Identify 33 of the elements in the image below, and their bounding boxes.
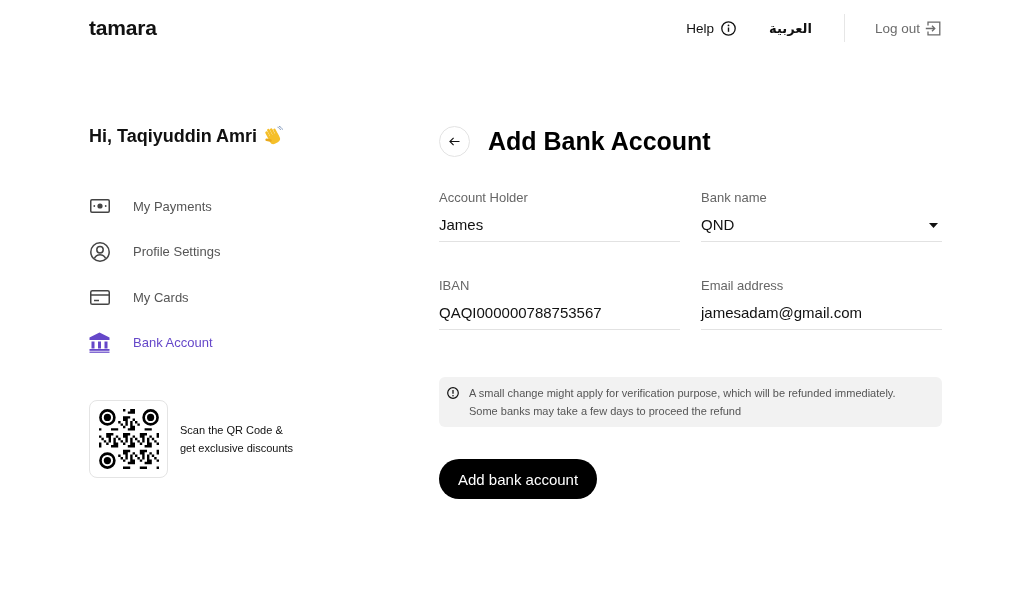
back-button[interactable] <box>439 125 470 157</box>
user-circle-icon <box>89 241 110 262</box>
nav-item[interactable]: Bank Account <box>89 330 213 355</box>
field-label: Bank name <box>701 190 767 206</box>
bank-building-icon <box>89 332 110 353</box>
language-link[interactable]: العربية <box>769 20 812 36</box>
banknote-icon <box>89 199 110 213</box>
caret-down-icon <box>929 222 938 228</box>
text-field[interactable]: QAQI000000788753567 <box>439 303 680 330</box>
text-field[interactable]: jamesadam@gmail.com <box>701 303 942 330</box>
promo-text: Scan the QR Code & get exclusive discounts <box>180 423 294 456</box>
field-label: Account Holder <box>439 190 528 206</box>
credit-card-icon <box>89 289 110 305</box>
nav-item[interactable]: My Cards <box>89 285 189 309</box>
info-icon <box>721 20 737 36</box>
dropdown-field[interactable]: QND <box>701 215 942 242</box>
brand-logo[interactable]: tamara <box>89 16 157 40</box>
text-field[interactable]: James <box>439 215 680 242</box>
logout-icon <box>925 20 941 36</box>
greeting-text: Hi, Taqiyuddin Amri <box>89 125 257 147</box>
notice-text: A small change might apply for verification purpose, which will be refunded immediately. Some banks may take a few days to proceed the refund <box>469 386 896 419</box>
add-bank-account-button[interactable]: Add bank account <box>439 459 598 499</box>
field-label: IBAN <box>439 278 470 294</box>
logout-link[interactable]: Log out <box>874 20 941 36</box>
waving-hand-icon <box>263 125 283 147</box>
nav-item[interactable]: Profile Settings <box>89 239 221 264</box>
alert-icon <box>447 387 459 399</box>
qr-code-icon <box>98 409 159 469</box>
back-arrow-icon <box>449 136 460 146</box>
page-title: Add Bank Account <box>488 126 711 156</box>
help-link[interactable]: Help <box>686 20 737 36</box>
nav-item[interactable]: My Payments <box>89 194 212 218</box>
field-label: Email address <box>701 278 784 294</box>
